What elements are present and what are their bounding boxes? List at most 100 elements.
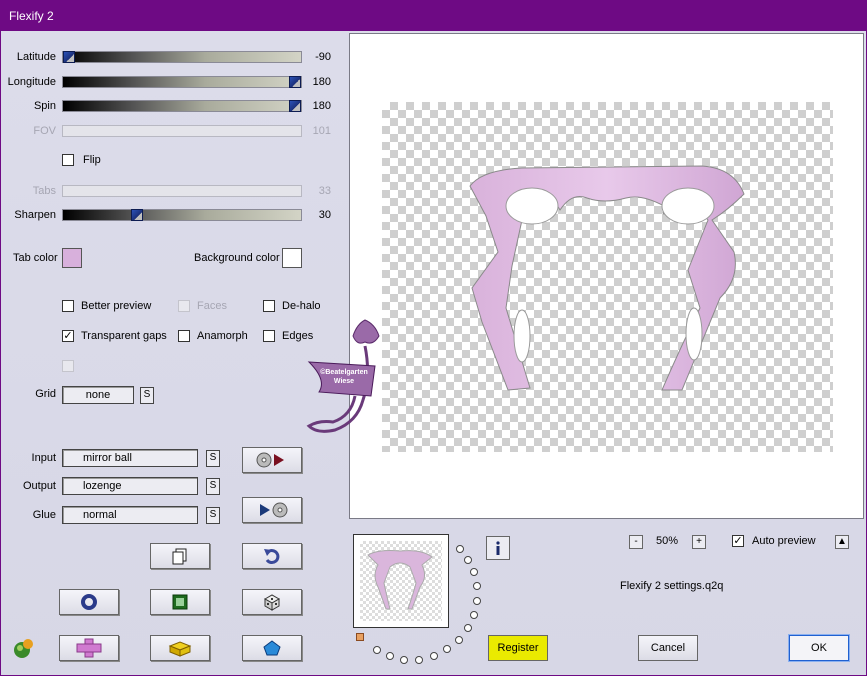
spin-slider[interactable]	[62, 100, 302, 112]
latitude-value: -90	[315, 51, 331, 63]
faces-label: Faces	[197, 300, 227, 312]
background-color-label: Background color	[194, 252, 280, 264]
pattern-button[interactable]	[59, 635, 119, 661]
ring-icon	[81, 594, 97, 610]
tabs-slider	[62, 185, 302, 197]
flip-checkbox[interactable]	[62, 154, 74, 166]
preset-slot-dot[interactable]	[415, 656, 423, 664]
info-icon	[496, 541, 500, 555]
copy-button[interactable]	[150, 543, 210, 569]
transparent-gaps-checkbox[interactable]: ✓	[62, 330, 74, 342]
background-color-swatch[interactable]	[282, 248, 302, 268]
preset-thumbnail[interactable]	[353, 534, 449, 628]
glue-select[interactable]: normal	[62, 506, 198, 524]
watermark-logo: ©Beatelgarten Wiese	[305, 316, 391, 440]
sharpen-thumb[interactable]	[130, 209, 143, 221]
longitude-slider[interactable]	[62, 76, 302, 88]
auto-preview-label: Auto preview	[752, 535, 816, 547]
window-title: Flexify 2	[9, 9, 54, 23]
auto-preview-checkbox[interactable]: ✓	[732, 535, 744, 547]
input-s-button[interactable]: S	[206, 450, 220, 467]
sharpen-label: Sharpen	[14, 209, 56, 221]
glue-s-button[interactable]: S	[206, 507, 220, 524]
block-button[interactable]	[150, 635, 210, 661]
ok-button[interactable]: OK	[788, 634, 850, 662]
anamorph-label: Anamorph	[197, 330, 248, 342]
preset-slot-dot[interactable]	[470, 568, 478, 576]
thumbnail-drape	[367, 550, 433, 610]
output-preview-button[interactable]	[242, 497, 302, 523]
register-button[interactable]: Register	[488, 635, 548, 661]
preset-slot-dot[interactable]	[464, 624, 472, 632]
thumbnail-checkerboard	[360, 541, 442, 621]
random-button[interactable]	[242, 589, 302, 615]
latitude-thumb[interactable]	[63, 51, 75, 63]
plugin-logo-icon	[12, 636, 36, 660]
latitude-slider[interactable]	[62, 51, 302, 63]
better-preview-checkbox[interactable]	[62, 300, 74, 312]
preset-slot-dot[interactable]	[455, 636, 463, 644]
sharpen-slider[interactable]	[62, 209, 302, 221]
preset-slot-dot[interactable]	[430, 652, 438, 660]
grid-s-button[interactable]: S	[140, 387, 154, 404]
longitude-value: 180	[312, 76, 331, 88]
input-select[interactable]: mirror ball	[62, 449, 198, 467]
title-bar: Flexify 2	[0, 0, 867, 31]
preset-slot-dot[interactable]	[456, 545, 464, 553]
edges-checkbox[interactable]	[263, 330, 275, 342]
tabs-value: 33	[318, 185, 331, 197]
preset-slot-dot[interactable]	[373, 646, 381, 654]
preset-slot-dot[interactable]	[473, 582, 481, 590]
cancel-button[interactable]: Cancel	[638, 635, 698, 661]
glue-label: Glue	[32, 509, 56, 521]
zoom-in-button[interactable]: +	[692, 535, 706, 549]
yellow-block-icon	[168, 641, 192, 657]
green-square-icon	[172, 594, 188, 610]
tabs-label: Tabs	[32, 185, 56, 197]
output-select[interactable]: lozenge	[62, 477, 198, 495]
undo-button[interactable]	[242, 543, 302, 569]
grid-select[interactable]: none	[62, 386, 134, 404]
tab-color-label: Tab color	[13, 252, 58, 264]
preset-slot-dot[interactable]	[386, 652, 394, 660]
spin-value: 180	[312, 100, 331, 112]
preset-slot-dot[interactable]	[464, 556, 472, 564]
info-button[interactable]	[486, 536, 510, 560]
better-preview-label: Better preview	[81, 300, 152, 312]
preset-slot-dot[interactable]	[443, 645, 451, 653]
orange-square-icon[interactable]	[356, 633, 364, 641]
de-halo-label: De-halo	[282, 300, 321, 312]
tab-color-swatch[interactable]	[62, 248, 82, 268]
output-s-button[interactable]: S	[206, 478, 220, 495]
faces-checkbox	[178, 300, 190, 312]
fov-slider	[62, 125, 302, 137]
input-preview-button[interactable]	[242, 447, 302, 473]
watermark-text: ©Beatelgarten Wiese	[320, 369, 368, 385]
de-halo-checkbox[interactable]	[263, 300, 275, 312]
frame-button[interactable]	[150, 589, 210, 615]
copy-pages-icon	[172, 548, 187, 565]
reset-button[interactable]	[59, 589, 119, 615]
undo-arrow-icon	[264, 549, 280, 565]
hidden-checkbox	[62, 360, 74, 372]
zoom-value: 50%	[656, 535, 679, 547]
fov-value: 101	[312, 125, 331, 137]
anamorph-checkbox[interactable]	[178, 330, 190, 342]
preset-slot-dot[interactable]	[470, 611, 478, 619]
preset-slot-dot[interactable]	[400, 656, 408, 664]
collapse-button[interactable]: ▲	[835, 535, 849, 549]
preset-slot-dot[interactable]	[473, 597, 481, 605]
input-label: Input	[31, 452, 56, 464]
preview-panel[interactable]	[349, 33, 864, 519]
latitude-label: Latitude	[16, 51, 56, 63]
gem-button[interactable]	[242, 635, 302, 661]
preview-checkerboard	[382, 102, 833, 452]
longitude-label: Longitude	[7, 76, 56, 88]
zoom-out-button[interactable]: -	[629, 535, 643, 549]
spin-label: Spin	[33, 100, 56, 112]
blue-pentagon-icon	[263, 640, 281, 656]
flip-label: Flip	[83, 154, 101, 166]
flexified-drape-image	[469, 165, 745, 391]
fov-label: FOV	[33, 125, 56, 137]
dice-icon	[263, 594, 281, 611]
